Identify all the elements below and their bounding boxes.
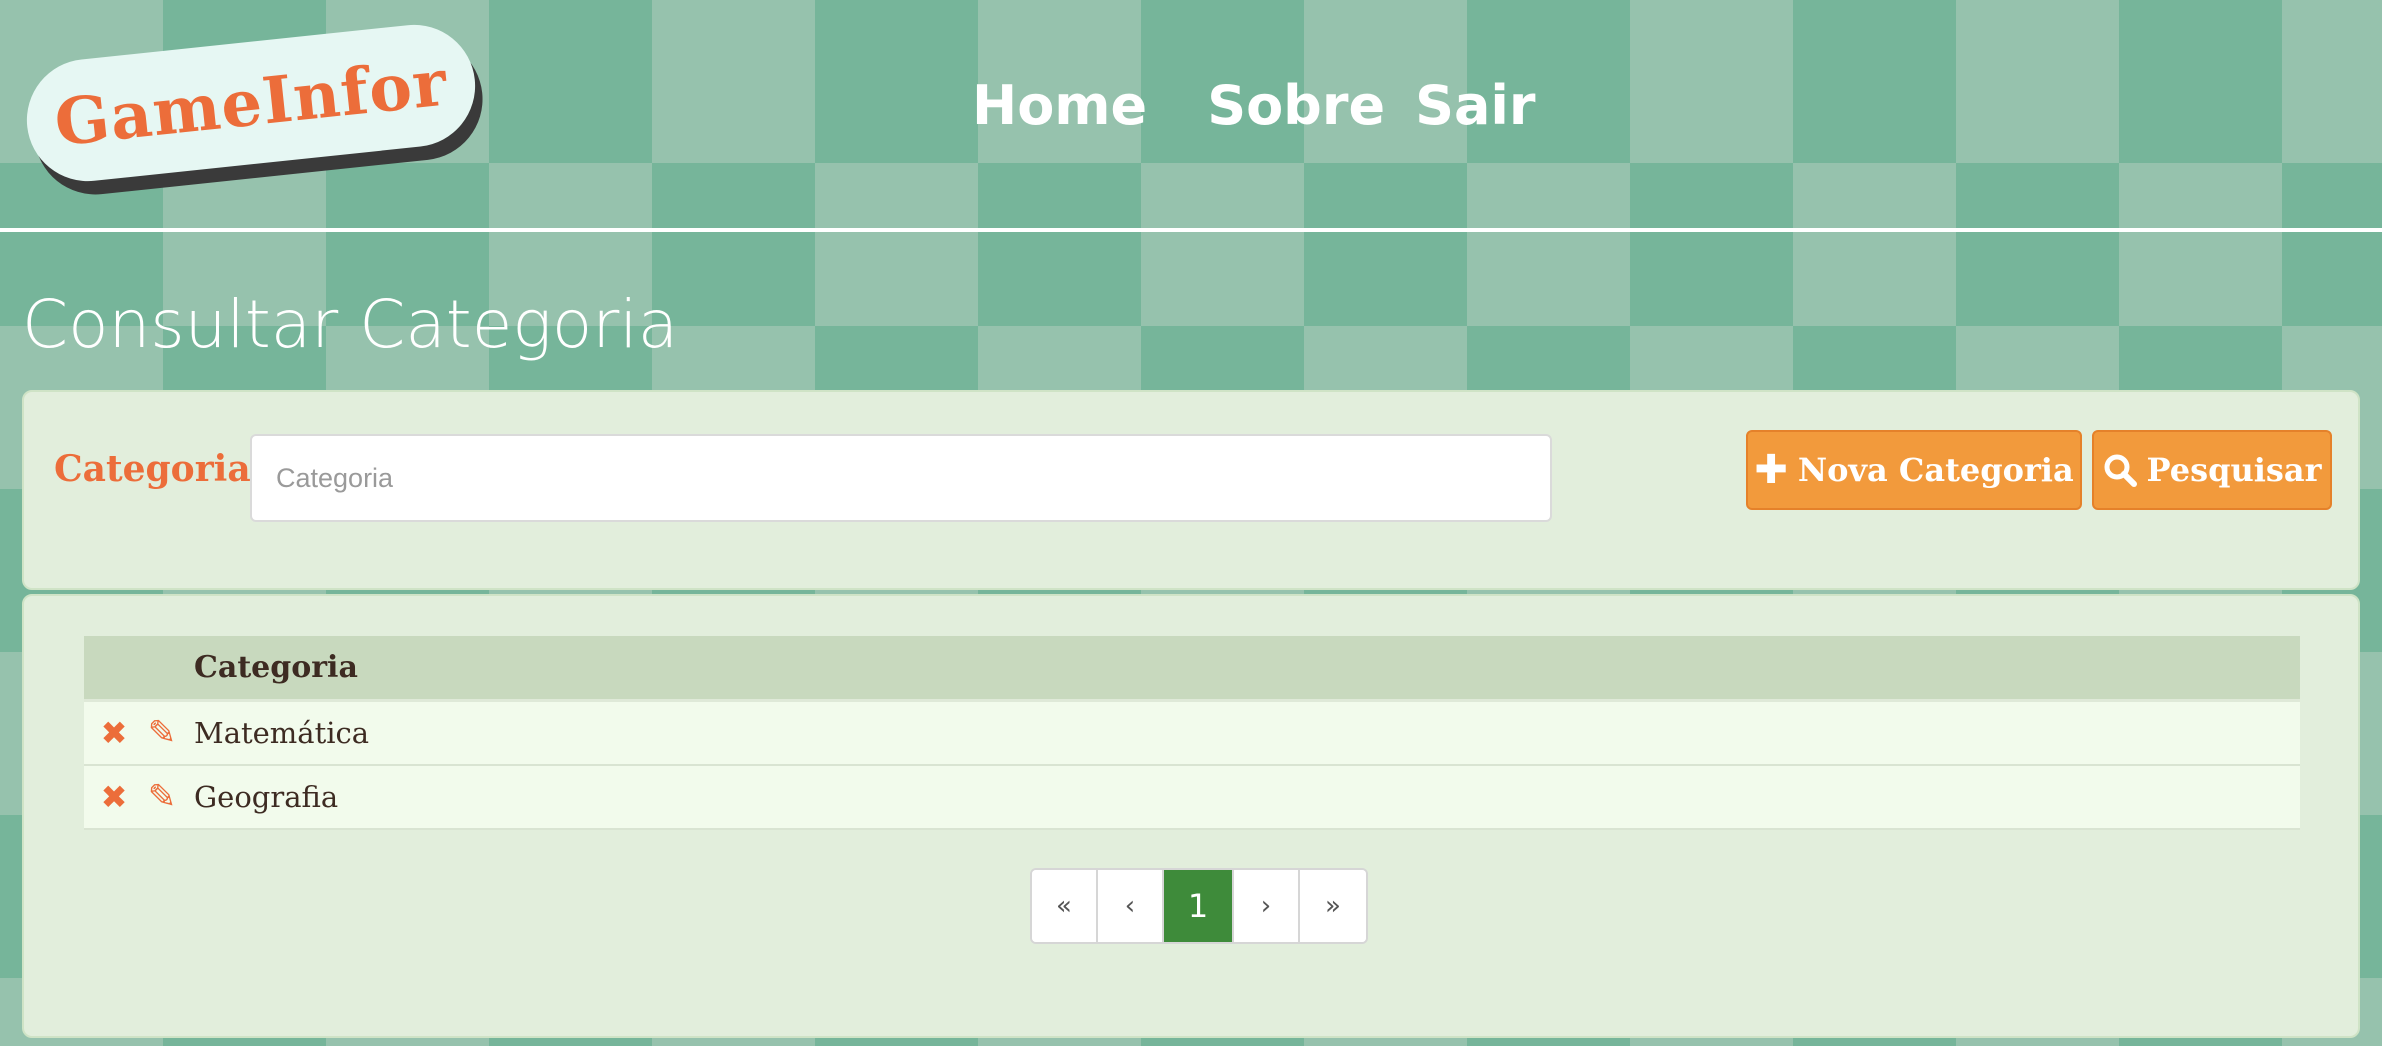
main-nav: Home Sobre Sair bbox=[972, 74, 1536, 137]
nav-sobre[interactable]: Sobre bbox=[1207, 74, 1385, 137]
search-button-label: Pesquisar bbox=[2146, 451, 2322, 489]
table-header: Categoria bbox=[84, 636, 2300, 702]
logo[interactable]: GameInfor bbox=[20, 18, 482, 188]
edit-pencil-icon[interactable]: ✎ bbox=[142, 713, 182, 753]
table-row: ✖ ✎ Geografia bbox=[84, 766, 2300, 830]
delete-x-icon[interactable]: ✖ bbox=[94, 714, 134, 752]
nav-sair[interactable]: Sair bbox=[1415, 74, 1535, 137]
search-button[interactable]: Pesquisar bbox=[2092, 430, 2332, 510]
category-search-input[interactable] bbox=[250, 434, 1552, 522]
logo-text: GameInfor bbox=[51, 45, 451, 161]
new-category-label: Nova Categoria bbox=[1797, 451, 2074, 489]
category-cell: Matemática bbox=[194, 716, 370, 750]
category-cell: Geografia bbox=[194, 780, 339, 814]
pagination: « ‹ 1 › » bbox=[1030, 868, 1368, 944]
search-panel: Categoria: ✚ Nova Categoria Pesquisar bbox=[22, 390, 2360, 590]
page-next[interactable]: › bbox=[1234, 870, 1300, 942]
table-row: ✖ ✎ Matemática bbox=[84, 702, 2300, 766]
edit-pencil-icon[interactable]: ✎ bbox=[142, 777, 182, 817]
plus-icon: ✚ bbox=[1754, 447, 1788, 493]
page-last[interactable]: » bbox=[1300, 870, 1366, 942]
category-table: Categoria ✖ ✎ Matemática ✖ ✎ Geografia bbox=[84, 636, 2300, 830]
page-prev[interactable]: ‹ bbox=[1098, 870, 1164, 942]
page-first[interactable]: « bbox=[1032, 870, 1098, 942]
category-label: Categoria: bbox=[54, 448, 264, 490]
header: GameInfor Home Sobre Sair bbox=[0, 0, 2382, 230]
magnifier-icon bbox=[2103, 453, 2137, 487]
header-divider bbox=[0, 228, 2382, 232]
delete-x-icon[interactable]: ✖ bbox=[94, 778, 134, 816]
column-header-categoria: Categoria bbox=[194, 650, 358, 685]
new-category-button[interactable]: ✚ Nova Categoria bbox=[1746, 430, 2082, 510]
page-current[interactable]: 1 bbox=[1164, 870, 1234, 942]
results-panel: Categoria ✖ ✎ Matemática ✖ ✎ Geografia «… bbox=[22, 594, 2360, 1038]
nav-home[interactable]: Home bbox=[972, 74, 1147, 137]
page-title: Consultar Categoria bbox=[22, 286, 679, 363]
